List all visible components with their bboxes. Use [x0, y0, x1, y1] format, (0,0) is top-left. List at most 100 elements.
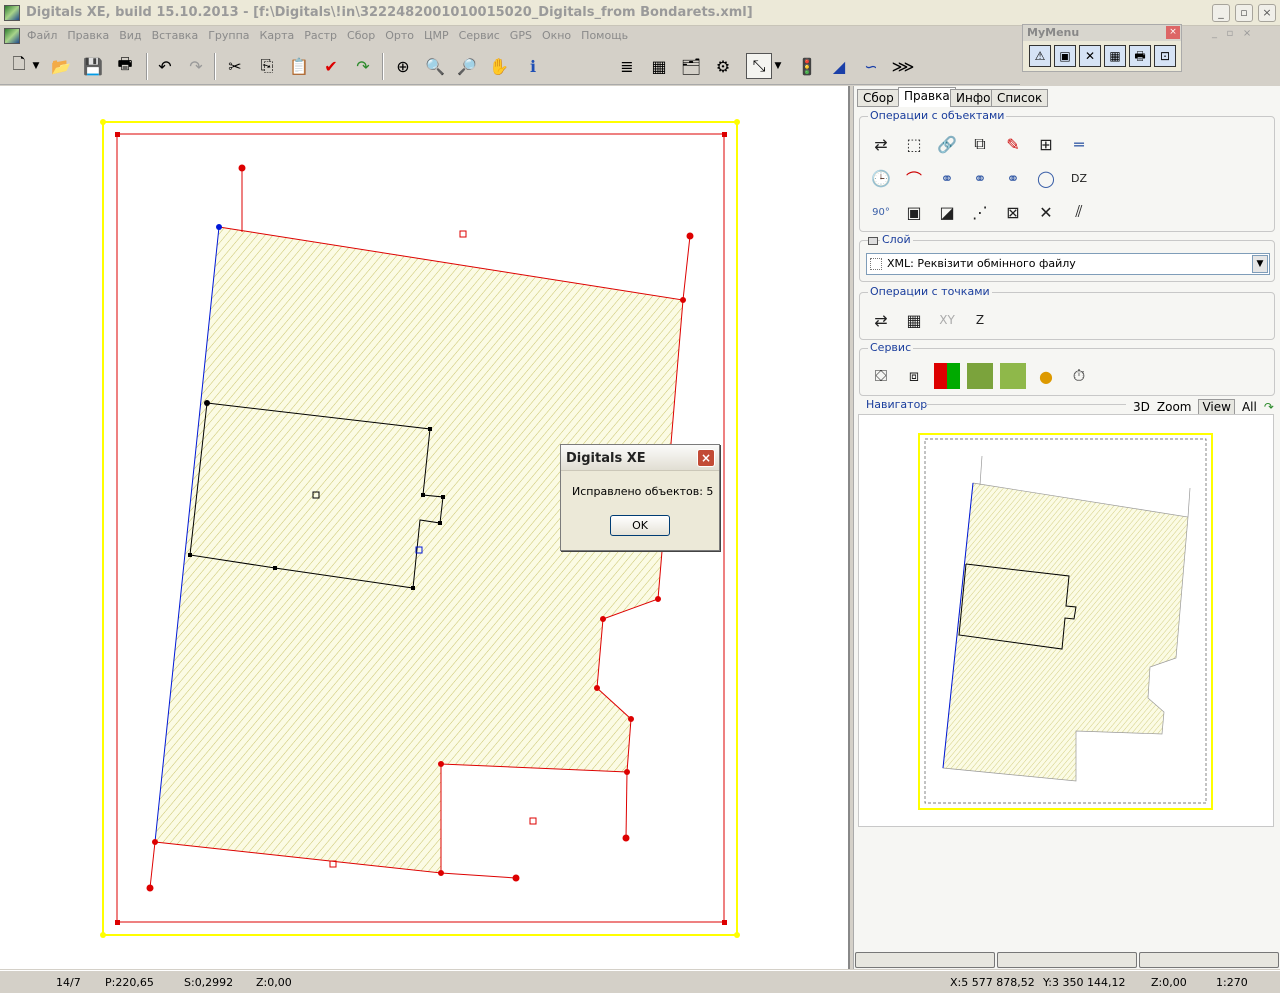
- parallel-icon[interactable]: ⫽: [1066, 199, 1092, 225]
- xy-button[interactable]: XY: [934, 307, 960, 333]
- frame-icon[interactable]: ▣: [1054, 45, 1076, 67]
- open-folder-icon[interactable]: 📂: [48, 53, 74, 79]
- check-icon[interactable]: ✔: [318, 53, 344, 79]
- image-a-icon[interactable]: [967, 363, 993, 389]
- cross-lines-icon[interactable]: ✕: [1033, 199, 1059, 225]
- calculator-icon[interactable]: ▦: [1104, 45, 1126, 67]
- z-button[interactable]: Z: [967, 307, 993, 333]
- add-node-icon[interactable]: ⊞: [1033, 131, 1059, 157]
- settings-gear-icon[interactable]: ⚙: [710, 53, 736, 79]
- menu-dem[interactable]: ЦМР: [419, 26, 454, 46]
- point-table-icon[interactable]: ▦: [901, 307, 927, 333]
- stopwatch-icon[interactable]: ⏱: [1066, 363, 1092, 389]
- corner-icon[interactable]: ◪: [934, 199, 960, 225]
- cross-tool-icon[interactable]: ✕: [1079, 45, 1101, 67]
- new-dropdown-icon[interactable]: ▼: [30, 53, 42, 79]
- nav-tab-zoom[interactable]: Zoom: [1157, 400, 1192, 414]
- map-drawing[interactable]: [0, 86, 850, 969]
- arc-icon[interactable]: ⌒: [901, 165, 927, 191]
- tab-list[interactable]: Список: [991, 89, 1049, 107]
- dotted-line-icon[interactable]: ⋰: [967, 199, 993, 225]
- select-dropdown-icon[interactable]: ▼: [772, 53, 784, 79]
- palette-icon[interactable]: [934, 363, 960, 389]
- group-objects-icon[interactable]: ⧉: [967, 131, 993, 157]
- point-swap-icon[interactable]: ⇄: [868, 307, 894, 333]
- mymenu-close-icon[interactable]: ×: [1166, 26, 1180, 39]
- layer-select[interactable]: XML: Реквізити обмінного файлу ▼: [866, 253, 1270, 275]
- undo-icon[interactable]: ↶: [152, 53, 178, 79]
- mymenu-print-icon[interactable]: 🖶: [1129, 45, 1151, 67]
- zoom-out-icon[interactable]: 🔎: [454, 53, 480, 79]
- menu-gps[interactable]: GPS: [505, 26, 537, 46]
- tab-info[interactable]: Инфо: [950, 89, 997, 107]
- cube-icon[interactable]: ⛋: [868, 363, 894, 389]
- select-mode-icon[interactable]: ⤡: [746, 53, 772, 79]
- menu-view[interactable]: Вид: [114, 26, 146, 46]
- properties-icon[interactable]: 🗂: [678, 53, 704, 79]
- nav-refresh-icon[interactable]: ↷: [1264, 400, 1274, 414]
- maximize-button[interactable]: ▫: [1235, 4, 1253, 22]
- menu-window[interactable]: Окно: [537, 26, 576, 46]
- export-icon[interactable]: ⊡: [1154, 45, 1176, 67]
- navigator-preview[interactable]: [858, 414, 1274, 827]
- tab-collect[interactable]: Сбор: [857, 89, 900, 107]
- raster-icon[interactable]: ◢: [826, 53, 852, 79]
- close-window-button[interactable]: ×: [1258, 4, 1276, 22]
- menu-ortho[interactable]: Орто: [380, 26, 419, 46]
- splitter-left-button[interactable]: [855, 952, 995, 968]
- menu-raster[interactable]: Растр: [299, 26, 342, 46]
- pliers-icon[interactable]: ✎: [1000, 131, 1026, 157]
- traffic-light-icon[interactable]: 🚦: [794, 53, 820, 79]
- difference-icon[interactable]: ⚭: [1000, 165, 1026, 191]
- save-icon[interactable]: 💾: [80, 53, 106, 79]
- menu-collect[interactable]: Сбор: [342, 26, 380, 46]
- zoom-in-icon[interactable]: 🔍: [422, 53, 448, 79]
- line-icon[interactable]: ═: [1066, 131, 1092, 157]
- frame-select-icon[interactable]: ⬚: [901, 131, 927, 157]
- dialog-ok-button[interactable]: OK: [610, 515, 670, 536]
- cross-hatch-icon[interactable]: ⊠: [1000, 199, 1026, 225]
- swap-direction-icon[interactable]: ⇄: [868, 131, 894, 157]
- layers-icon[interactable]: ≣: [614, 53, 640, 79]
- compass-icon[interactable]: ⚠: [1029, 45, 1051, 67]
- nav-tab-3d[interactable]: 3D: [1133, 400, 1150, 414]
- dz-icon[interactable]: DZ: [1066, 165, 1092, 191]
- navigator-drawing[interactable]: [859, 415, 1275, 828]
- menu-map[interactable]: Карта: [255, 26, 300, 46]
- splitter-right-button[interactable]: [1139, 952, 1279, 968]
- layer-toggle-icon[interactable]: [868, 237, 878, 245]
- image-b-icon[interactable]: [1000, 363, 1026, 389]
- info-icon[interactable]: ℹ: [520, 53, 546, 79]
- splitter-middle-button[interactable]: [997, 952, 1137, 968]
- nav-tab-all[interactable]: All: [1242, 400, 1257, 414]
- rotate-90-icon[interactable]: 90°: [868, 199, 894, 225]
- circle-icon[interactable]: ◯: [1033, 165, 1059, 191]
- vectorize-icon[interactable]: ⋙: [890, 53, 916, 79]
- copy-icon[interactable]: ⎘: [254, 53, 280, 79]
- zoom-add-icon[interactable]: ⊕: [390, 53, 416, 79]
- table-icon[interactable]: ▦: [646, 53, 672, 79]
- mdi-controls[interactable]: _ ▫ ×: [1212, 28, 1251, 39]
- menu-insert[interactable]: Вставка: [147, 26, 204, 46]
- cut-icon[interactable]: ✂: [222, 53, 248, 79]
- square-icon[interactable]: ▣: [901, 199, 927, 225]
- intersect-icon[interactable]: ⚭: [967, 165, 993, 191]
- curve-icon[interactable]: ∽: [858, 53, 884, 79]
- nav-tab-view[interactable]: View: [1198, 399, 1235, 415]
- redo-icon[interactable]: ↷: [183, 53, 209, 79]
- menu-edit[interactable]: Правка: [62, 26, 114, 46]
- paste-icon[interactable]: 📋: [286, 53, 312, 79]
- new-file-icon[interactable]: 🗋: [6, 53, 32, 79]
- pan-hand-icon[interactable]: ✋: [486, 53, 512, 79]
- shapes-icon[interactable]: ●: [1033, 363, 1059, 389]
- map-canvas[interactable]: [0, 86, 850, 969]
- stack-icon[interactable]: ⧈: [901, 363, 927, 389]
- chevron-down-icon[interactable]: ▼: [1252, 255, 1268, 273]
- print-icon[interactable]: 🖶: [112, 53, 138, 79]
- menu-group[interactable]: Группа: [203, 26, 254, 46]
- tab-edit[interactable]: Правка: [898, 87, 956, 107]
- clock-icon[interactable]: 🕒: [868, 165, 894, 191]
- dialog-close-icon[interactable]: ×: [697, 449, 715, 467]
- menu-help[interactable]: Помощь: [576, 26, 633, 46]
- link-icon[interactable]: 🔗: [934, 131, 960, 157]
